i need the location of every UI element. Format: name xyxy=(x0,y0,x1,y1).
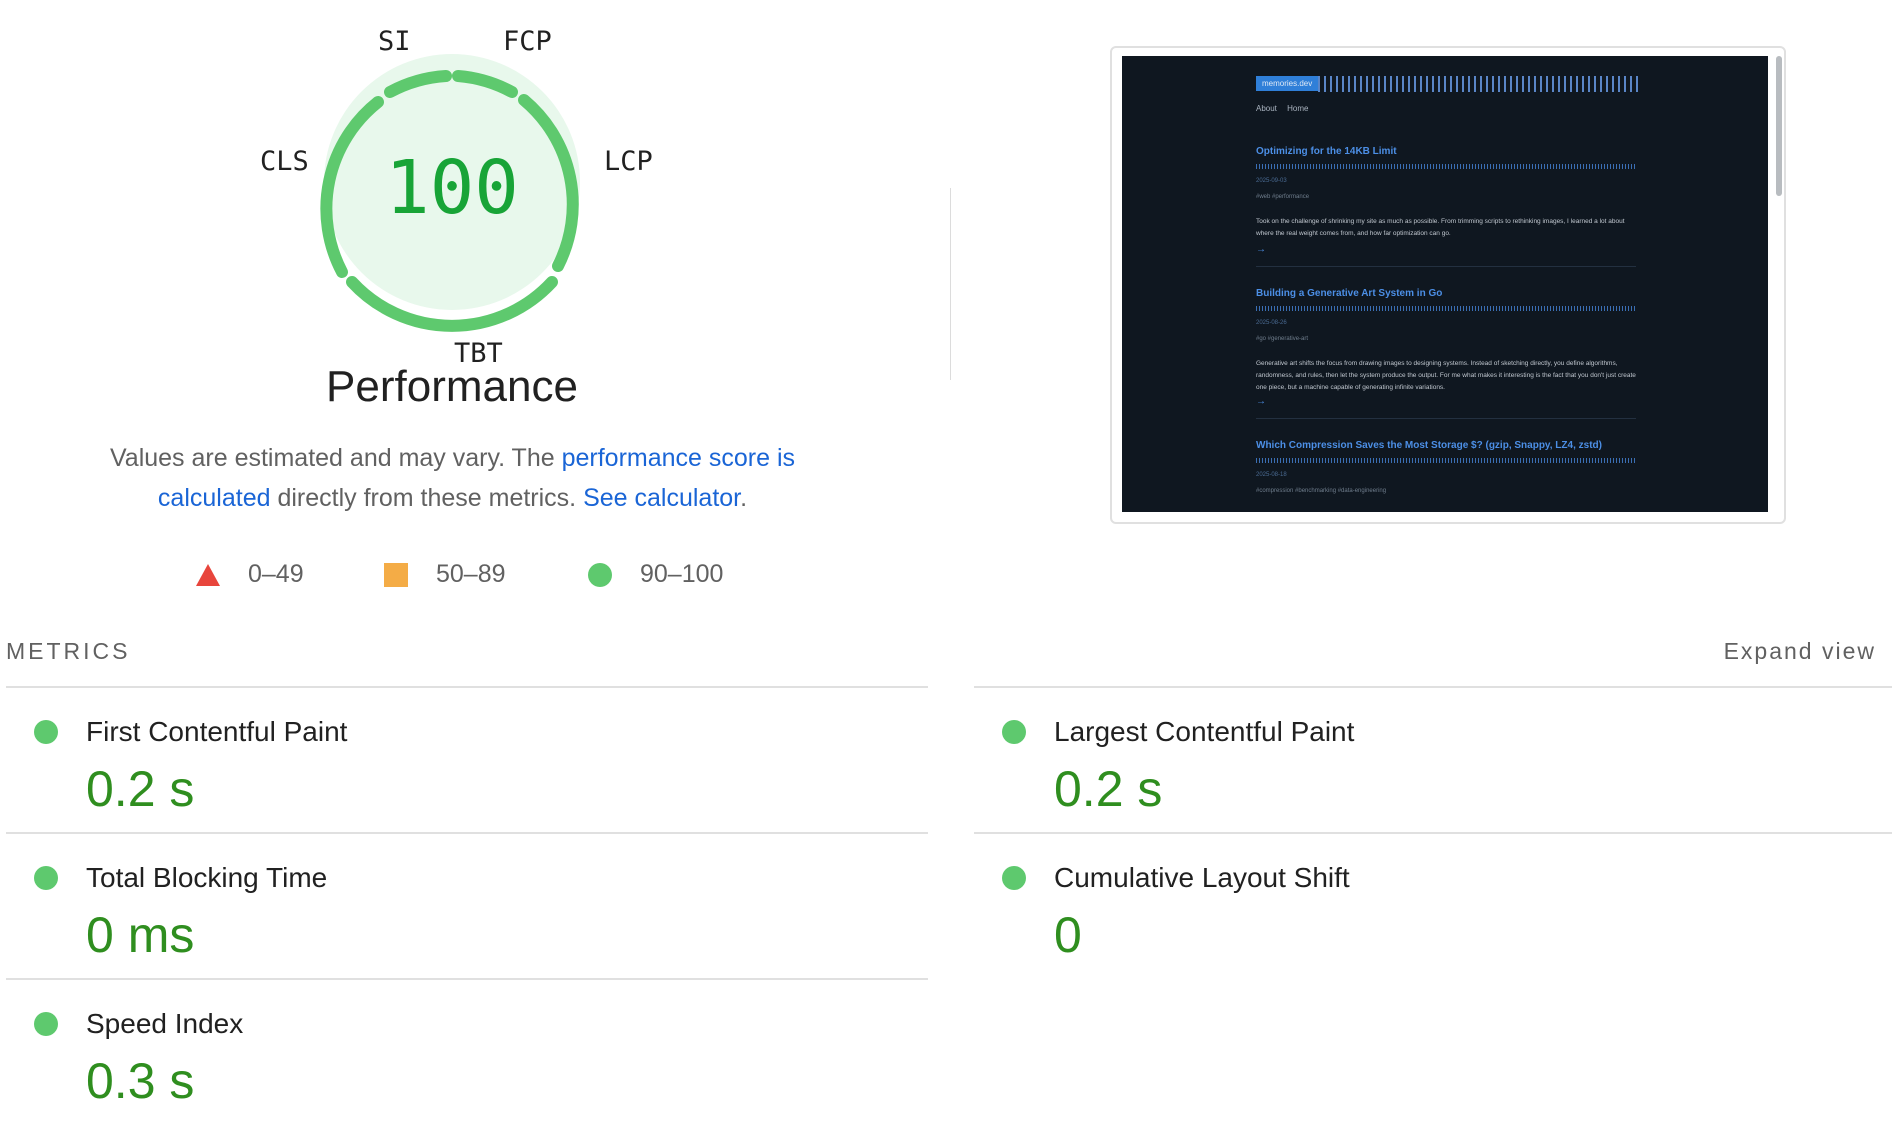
post-arrow: → xyxy=(1256,396,1266,407)
site-logo: memories.dev xyxy=(1256,76,1319,91)
vertical-divider xyxy=(950,188,951,380)
post-title: Which Compression Saves the Most Storage… xyxy=(1256,440,1602,451)
metric-name: Speed Index xyxy=(86,1008,244,1039)
metric-name: Largest Contentful Paint xyxy=(1054,716,1355,747)
legend-label: 50–89 xyxy=(436,560,506,588)
post-tags: #compression #benchmarking #data-enginee… xyxy=(1256,488,1387,494)
post-excerpt: Took on the challenge of shrinking my si… xyxy=(1256,218,1625,237)
gauge-label-fcp: FCP xyxy=(503,26,552,57)
post-arrow: → xyxy=(1256,244,1266,255)
post-separator xyxy=(1256,418,1636,419)
legend-item-fail: 0–49 xyxy=(196,560,304,589)
post-tags: #web #performance xyxy=(1256,194,1310,200)
divider xyxy=(974,686,1892,688)
final-screenshot: memories.dev About Home Optimizing for t… xyxy=(1122,56,1768,512)
post-rule xyxy=(1256,306,1636,311)
thumbnail-scrollbar[interactable] xyxy=(1776,56,1782,196)
post-title: Building a Generative Art System in Go xyxy=(1256,288,1443,299)
desc-text-1: Values are estimated and may vary. The xyxy=(109,444,562,472)
desc-text-3: . xyxy=(740,484,748,512)
gauge-label-cls: CLS xyxy=(260,146,309,177)
post-date: 2025-08-26 xyxy=(1256,320,1287,326)
metric-value: 0.2 s xyxy=(86,761,195,817)
pass-status-icon xyxy=(34,866,58,890)
pass-status-icon xyxy=(1002,866,1026,890)
legend-item-pass: 90–100 xyxy=(588,560,723,589)
performance-title: Performance xyxy=(326,362,578,411)
pass-status-icon xyxy=(34,1012,58,1036)
metric-value: 0.3 s xyxy=(86,1053,195,1109)
triangle-icon xyxy=(196,563,220,586)
divider xyxy=(6,686,928,688)
gauge-label-lcp: LCP xyxy=(604,146,653,177)
see-calculator-link[interactable]: See calculator xyxy=(583,484,740,512)
divider xyxy=(6,832,928,834)
performance-score: 100 xyxy=(385,145,519,231)
metric-value: 0.2 s xyxy=(1054,761,1163,817)
metric-cumulative-layout-shift: Cumulative Layout Shift 0 xyxy=(974,836,1874,982)
post-tags: #go #generative-art xyxy=(1256,336,1309,342)
expand-view-button[interactable]: Expand view xyxy=(1724,638,1876,665)
post-rule xyxy=(1256,458,1636,463)
post-title: Optimizing for the 14KB Limit xyxy=(1256,146,1397,157)
metric-total-blocking-time: Total Blocking Time 0 ms xyxy=(6,836,906,982)
metric-first-contentful-paint: First Contentful Paint 0.2 s xyxy=(6,690,906,836)
post-excerpt: Generative art shifts the focus from dra… xyxy=(1256,360,1636,391)
circle-icon xyxy=(588,562,612,587)
metric-name: First Contentful Paint xyxy=(86,716,348,747)
site-nav: About Home xyxy=(1256,104,1309,113)
metric-speed-index: Speed Index 0.3 s xyxy=(6,982,906,1128)
legend-item-average: 50–89 xyxy=(384,560,506,589)
post-date: 2025-08-18 xyxy=(1256,472,1287,478)
header-bar xyxy=(1318,76,1638,92)
divider xyxy=(6,978,928,980)
legend-label: 0–49 xyxy=(248,560,304,588)
pass-status-icon xyxy=(34,720,58,744)
pass-status-icon xyxy=(1002,720,1026,744)
final-screenshot-frame[interactable]: memories.dev About Home Optimizing for t… xyxy=(1110,46,1786,524)
metric-largest-contentful-paint: Largest Contentful Paint 0.2 s xyxy=(974,690,1874,836)
score-description: Values are estimated and may vary. The p… xyxy=(80,438,825,518)
metrics-title: METRICS xyxy=(6,638,131,664)
legend-label: 90–100 xyxy=(640,560,724,588)
divider xyxy=(974,832,1892,834)
post-separator xyxy=(1256,266,1636,267)
desc-text-2: directly from these metrics. xyxy=(270,484,584,512)
gauge-label-si: SI xyxy=(378,26,411,57)
post-date: 2025-09-03 xyxy=(1256,178,1287,184)
metric-value: 0 xyxy=(1054,907,1082,963)
metric-name: Cumulative Layout Shift xyxy=(1054,862,1350,893)
metric-name: Total Blocking Time xyxy=(86,862,328,893)
metric-value: 0 ms xyxy=(86,907,195,963)
square-icon xyxy=(384,562,408,587)
post-rule xyxy=(1256,164,1636,169)
